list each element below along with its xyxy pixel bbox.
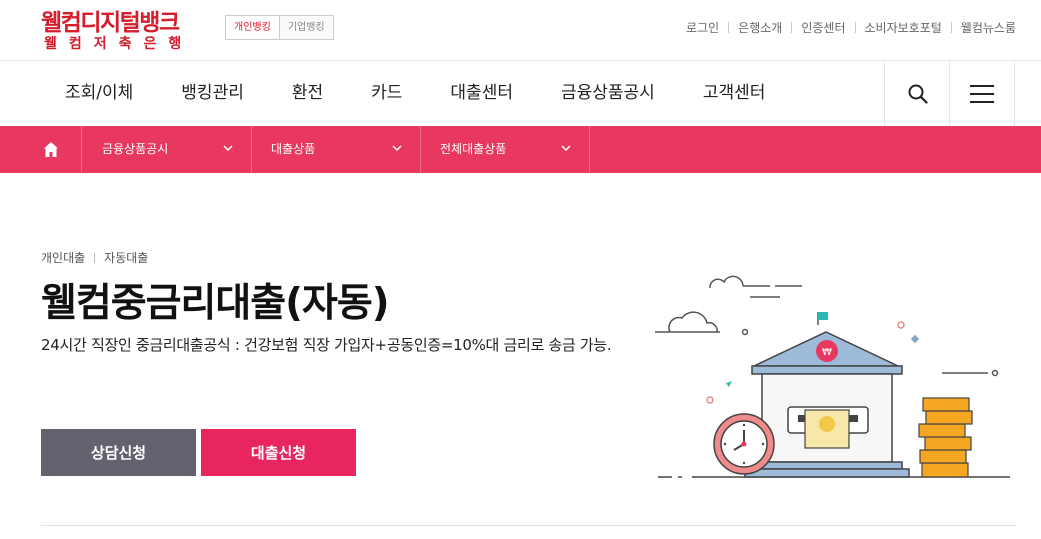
search-button[interactable] xyxy=(884,61,950,126)
category-personal-loan: 개인대출 xyxy=(41,251,86,265)
top-bar: 웰컴디지털뱅크 웰컴저축은행 개인뱅킹 기업뱅킹 로그인 은행소개 인증센터 소… xyxy=(0,0,1041,60)
product-category: 개인대출 자동대출 xyxy=(41,249,148,266)
nav-item-card[interactable]: 카드 xyxy=(347,61,426,125)
bank-type-tabs: 개인뱅킹 기업뱅킹 xyxy=(225,15,334,40)
decoration-triangle xyxy=(726,381,732,387)
decoration-dot xyxy=(706,396,714,404)
breadcrumb: 금융상품공시 대출상품 전체대출상품 xyxy=(0,126,1041,173)
divider xyxy=(728,22,730,33)
breadcrumb-label: 금융상품공시 xyxy=(102,142,169,156)
cloud-icon xyxy=(655,275,802,336)
home-icon xyxy=(44,142,58,157)
decoration-dot xyxy=(910,334,920,344)
nav-item-exchange[interactable]: 환전 xyxy=(268,61,347,125)
consult-request-button[interactable]: 상담신청 xyxy=(41,429,196,476)
consumer-protection-link[interactable]: 소비자보호포털 xyxy=(865,19,942,36)
nav-item-customer-center[interactable]: 고객센터 xyxy=(679,61,790,125)
brand-name-line1: 웰컴디지털뱅크 xyxy=(41,10,180,36)
tab-business-banking[interactable]: 기업뱅킹 xyxy=(279,16,333,39)
hamburger-icon xyxy=(970,84,994,103)
login-link[interactable]: 로그인 xyxy=(686,19,719,36)
svg-text:₩: ₩ xyxy=(822,347,832,358)
category-auto-loan: 자동대출 xyxy=(104,251,149,265)
brand-name-line2: 웰컴저축은행 xyxy=(44,36,194,52)
breadcrumb-label: 대출상품 xyxy=(271,142,316,156)
nav-item-banking-management[interactable]: 뱅킹관리 xyxy=(157,61,268,125)
utility-links: 로그인 은행소개 인증센터 소비자보호포털 웰컴뉴스룸 xyxy=(686,19,1016,36)
breadcrumb-label: 전체대출상품 xyxy=(440,142,507,156)
line-decoration xyxy=(942,369,999,377)
tab-personal-banking[interactable]: 개인뱅킹 xyxy=(226,16,280,39)
nav-item-loan-center[interactable]: 대출센터 xyxy=(426,61,537,125)
breadcrumb-select-loan-products[interactable]: 대출상품 xyxy=(252,126,421,173)
bank-building-illustration: ₩ xyxy=(655,275,1010,478)
breadcrumb-select-all-loans[interactable]: 전체대출상품 xyxy=(421,126,590,173)
newsroom-link[interactable]: 웰컴뉴스룸 xyxy=(961,19,1016,36)
main-navigation: 조회/이체 뱅킹관리 환전 카드 대출센터 금융상품공시 고객센터 xyxy=(0,60,1041,126)
chevron-down-icon xyxy=(392,145,402,152)
nav-item-product-disclosure[interactable]: 금융상품공시 xyxy=(537,61,679,125)
chevron-down-icon xyxy=(223,145,233,152)
home-button[interactable] xyxy=(21,126,82,173)
divider xyxy=(94,252,96,263)
brand-logo[interactable]: 웰컴디지털뱅크 웰컴저축은행 xyxy=(41,3,209,53)
clock-icon xyxy=(713,413,775,475)
divider xyxy=(791,22,793,33)
product-description: 24시간 직장인 중금리대출공식 : 건강보험 직장 가입자+공동인증=10%대… xyxy=(41,336,612,354)
coin-stack-icon xyxy=(918,397,973,478)
all-menu-button[interactable] xyxy=(949,61,1015,126)
loan-apply-button[interactable]: 대출신청 xyxy=(201,429,356,476)
section-divider xyxy=(41,525,1016,526)
divider xyxy=(950,22,952,33)
page-title: 웰컴중금리대출(자동) xyxy=(41,281,390,326)
breadcrumb-select-disclosure[interactable]: 금융상품공시 xyxy=(83,126,252,173)
decoration-dot xyxy=(897,321,905,329)
about-bank-link[interactable]: 은행소개 xyxy=(738,19,782,36)
divider xyxy=(854,22,856,33)
certificate-center-link[interactable]: 인증센터 xyxy=(801,19,845,36)
nav-item-inquiry-transfer[interactable]: 조회/이체 xyxy=(41,61,157,125)
search-icon xyxy=(908,84,928,104)
main-menu: 조회/이체 뱅킹관리 환전 카드 대출센터 금융상품공시 고객센터 xyxy=(41,61,789,125)
chevron-down-icon xyxy=(561,145,571,152)
